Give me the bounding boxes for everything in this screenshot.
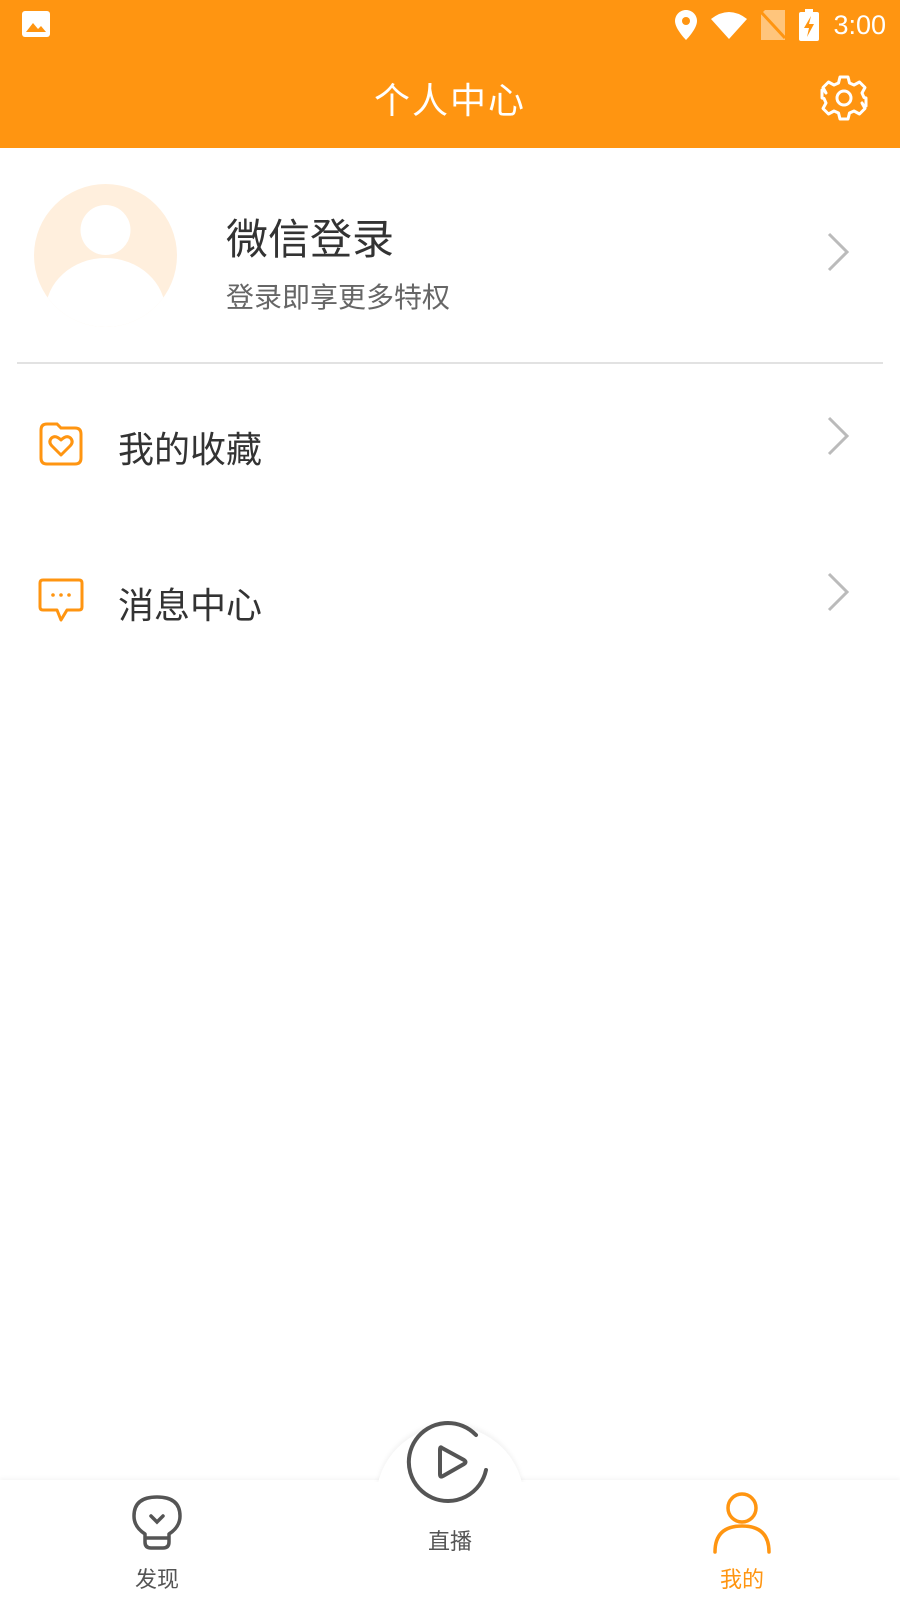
status-bar: 3:00 [0,0,900,50]
menu-label-messages: 消息中心 [118,586,263,627]
chevron-right-icon [827,416,850,456]
page-title: 个人中心 [373,81,526,122]
wifi-icon [711,12,748,39]
lightbulb-icon [132,1495,182,1550]
heart-folder-icon [39,422,83,466]
app-header: 3:00 个人中心 [0,0,900,148]
wechat-login-row[interactable]: 微信登录 登录即享更多特权 [0,148,900,362]
nav-item-discover[interactable]: 发现 [57,1480,257,1600]
status-time: 3:00 [833,9,886,40]
nav-item-me[interactable]: 我的 [642,1480,842,1600]
divider [17,362,883,364]
nav-label-discover: 发现 [134,1568,179,1593]
user-avatar-placeholder-icon [45,205,166,327]
nav-item-live[interactable]: 直播 [350,1420,550,1600]
gear-icon[interactable] [820,74,868,122]
no-sim-icon [761,10,786,40]
login-title: 微信登录 [226,215,395,264]
image-icon [22,11,50,37]
chevron-right-icon [827,232,850,272]
menu-item-favorites[interactable]: 我的收藏 [0,384,900,504]
login-subtitle: 登录即享更多特权 [226,281,451,314]
nav-label-live: 直播 [427,1530,472,1555]
battery-charging-icon [799,9,820,41]
chevron-right-icon [827,572,850,612]
location-icon [675,10,698,40]
menu-item-messages[interactable]: 消息中心 [0,540,900,660]
chat-bubble-icon [38,578,84,622]
nav-label-me: 我的 [719,1568,764,1593]
menu-label-favorites: 我的收藏 [118,430,263,471]
status-icons: 3:00 [675,6,886,44]
play-circle-icon [406,1420,488,1503]
person-icon [713,1492,771,1554]
avatar[interactable] [34,184,177,327]
